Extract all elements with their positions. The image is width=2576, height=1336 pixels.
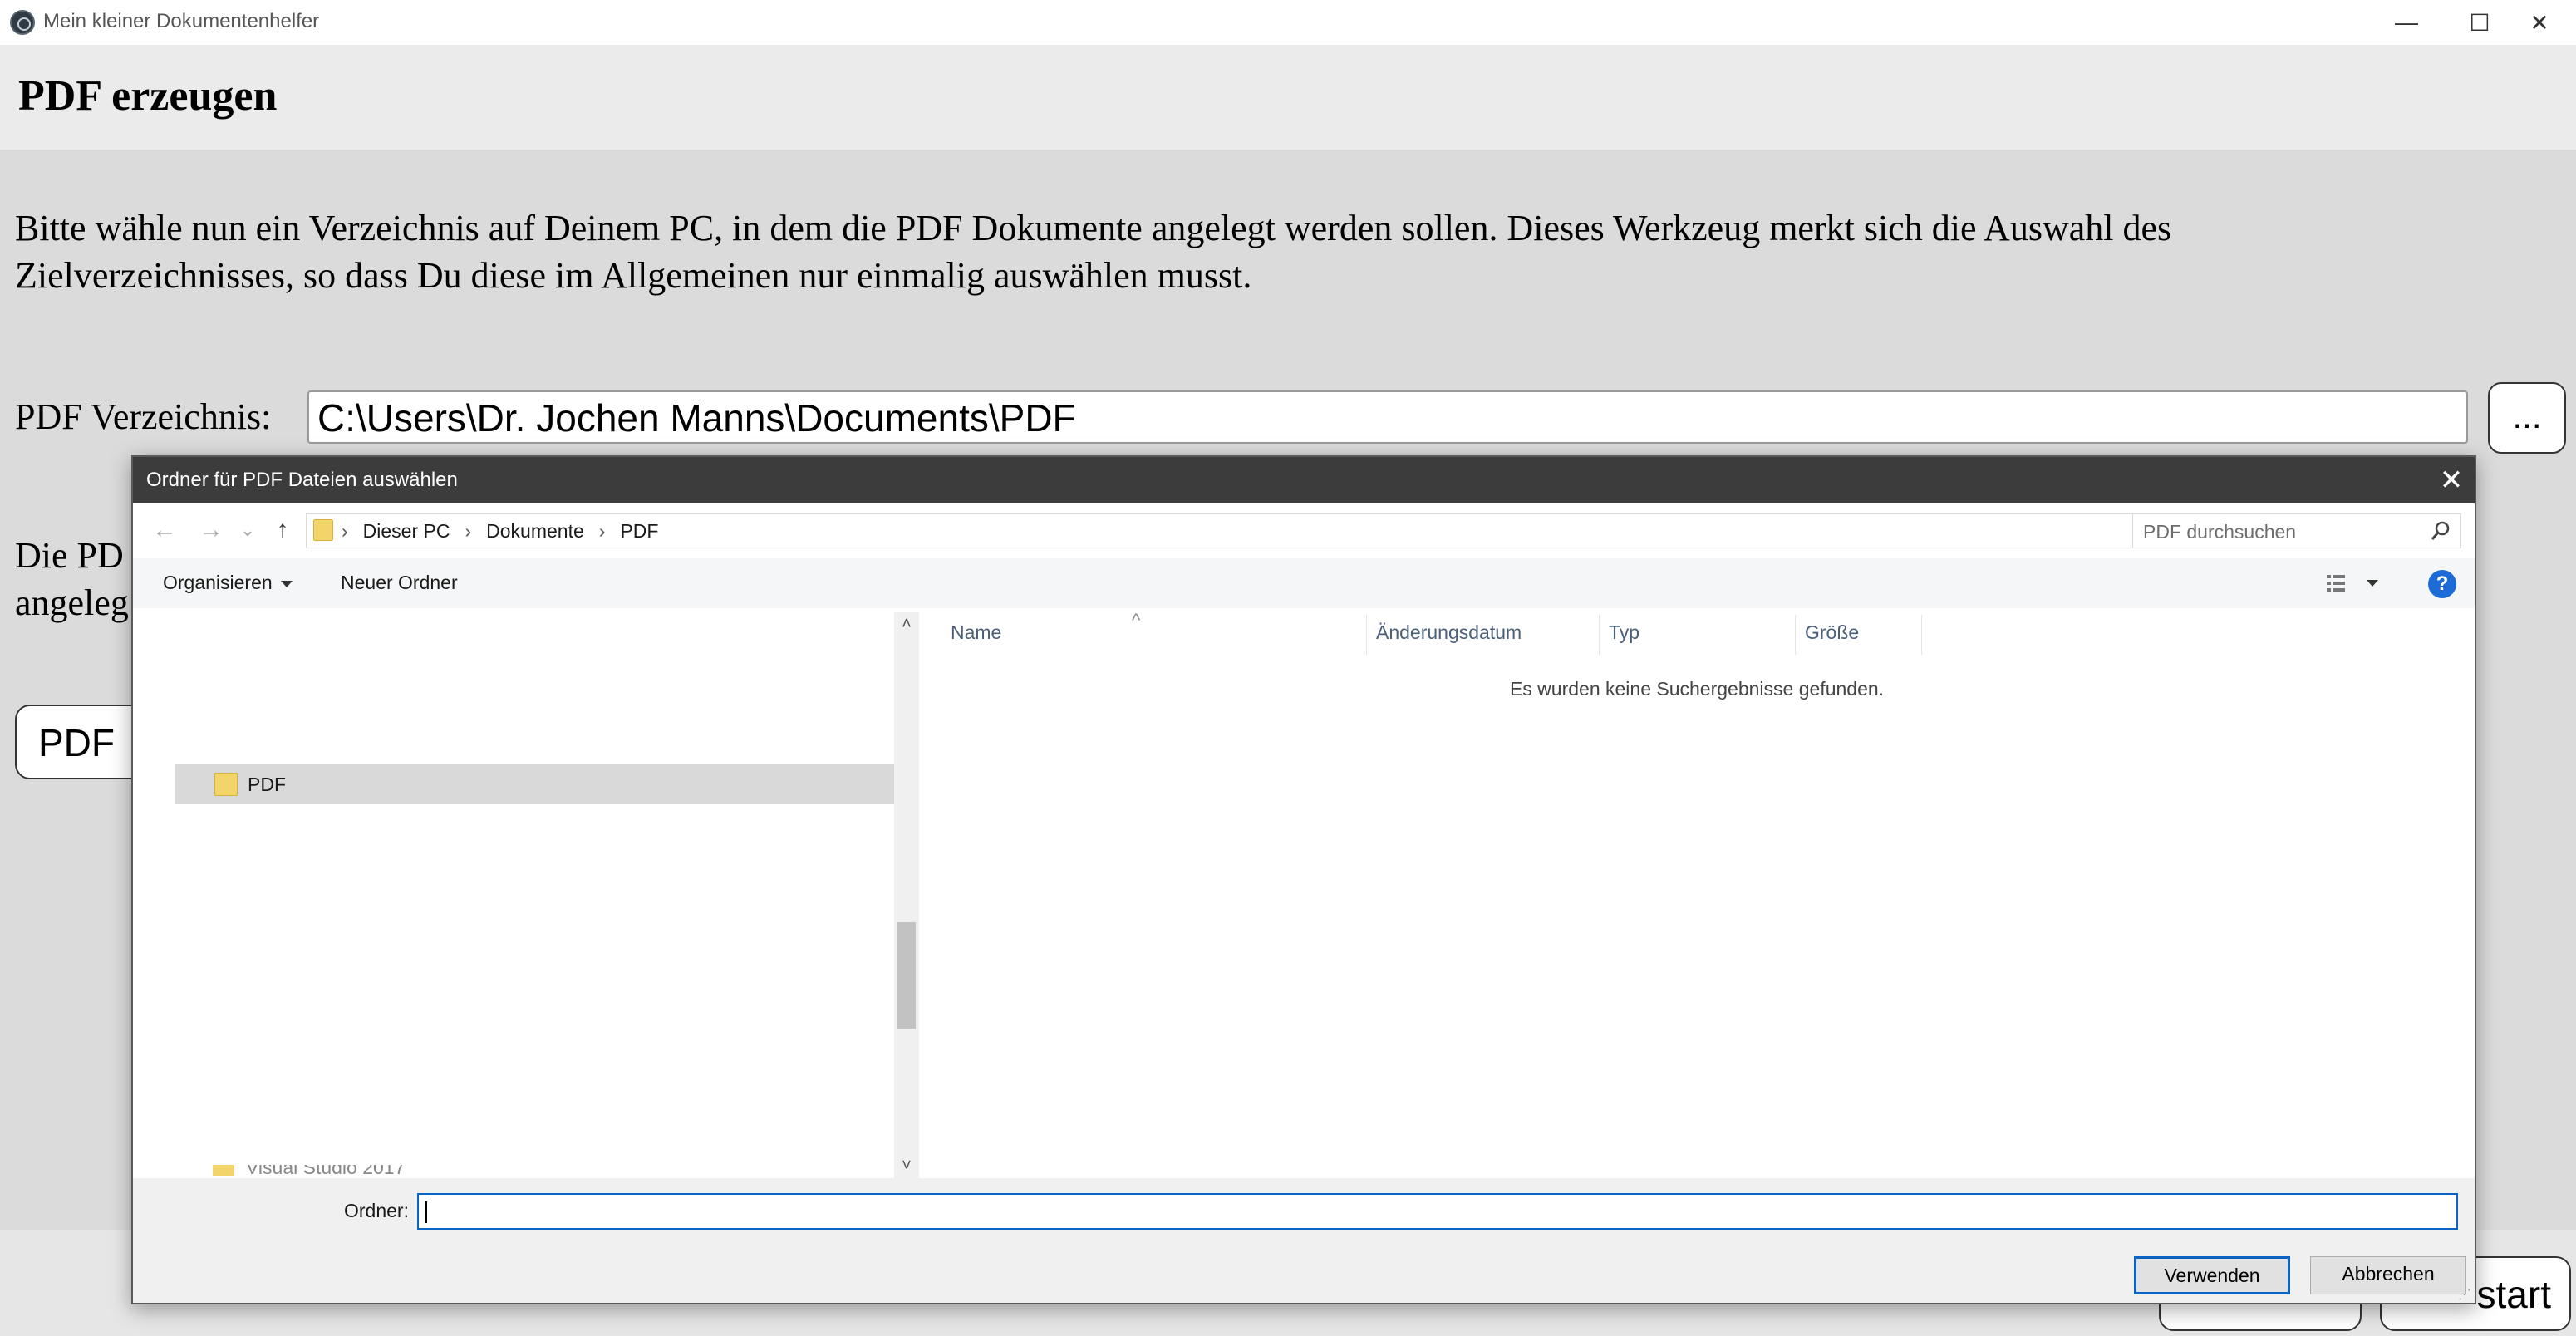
minimize-button[interactable]: — (2370, 3, 2443, 42)
column-divider[interactable] (1795, 615, 1796, 655)
folder-name-input[interactable] (417, 1193, 2458, 1230)
info-text: Die PD angeleg (15, 532, 140, 626)
breadcrumb-separator: › (342, 520, 348, 542)
empty-results-message: Es wurden keine Suchergebnisse gefunden. (1509, 678, 1885, 700)
search-icon[interactable] (2429, 519, 2452, 543)
column-header-date[interactable]: Änderungsdatum (1376, 621, 1522, 644)
file-list-pane: ^ Name Änderungsdatum Typ Größe Es wurde… (919, 610, 2475, 1178)
pdf-directory-label: PDF Verzeichnis: (15, 396, 272, 437)
scroll-up-icon[interactable]: ˄ (894, 612, 919, 636)
column-header-name[interactable]: Name (951, 621, 1001, 644)
address-bar[interactable]: › Dieser PC › Dokumente › PDF ⌄ ↻ (306, 513, 2247, 548)
page-header (0, 45, 2576, 150)
tree-item-pdf[interactable]: PDF (175, 764, 901, 804)
folder-icon (313, 519, 333, 541)
info-text-line-2: angeleg (15, 582, 129, 623)
close-window-button[interactable]: ✕ (2503, 3, 2576, 42)
dialog-titlebar: Ordner für PDF Dateien auswählen ✕ (133, 457, 2475, 503)
search-input[interactable]: PDF durchsuchen (2132, 513, 2461, 548)
column-header-size[interactable]: Größe (1805, 621, 1859, 644)
column-divider[interactable] (1921, 615, 1922, 655)
folder-label: Ordner: (344, 1200, 409, 1221)
breadcrumb-item-this-pc[interactable]: Dieser PC (363, 520, 450, 543)
resize-grip-icon[interactable]: ⋰ (2458, 1286, 2471, 1303)
breadcrumb: › Dieser PC › Dokumente › PDF (342, 520, 658, 543)
page-title: PDF erzeugen (18, 72, 278, 120)
dialog-title: Ordner für PDF Dateien auswählen (146, 469, 458, 491)
text-cursor (425, 1201, 427, 1223)
window-title: Mein kleiner Dokumentenhelfer (43, 10, 320, 32)
pdf-directory-field[interactable]: C:\Users\Dr. Jochen Manns\Documents\PDF (307, 390, 2468, 444)
breadcrumb-separator: › (598, 520, 606, 542)
browse-button[interactable]: ... (2488, 382, 2566, 454)
tree-item-partial[interactable]: Visual Studio 2017 (213, 1165, 412, 1178)
window-titlebar: Mein kleiner Dokumentenhelfer — ☐ ✕ (0, 0, 2576, 45)
info-text-line-1: Die PD (15, 535, 124, 576)
use-button[interactable]: Verwenden (2134, 1256, 2290, 1294)
tree-item-label: Visual Studio 2017 (246, 1165, 406, 1178)
recent-locations-icon[interactable]: ⌄ (236, 513, 259, 547)
tree-item-label: PDF (248, 774, 286, 795)
new-folder-button[interactable]: Neuer Ordner (341, 572, 458, 594)
dialog-toolbar: Organisieren Neuer Ordner ? (133, 558, 2475, 608)
forward-arrow-icon[interactable]: → (194, 513, 228, 547)
cancel-button[interactable]: Abbrechen (2310, 1256, 2466, 1294)
view-options-icon[interactable] (2325, 572, 2383, 595)
dialog-close-button[interactable]: ✕ (2428, 457, 2475, 503)
navigation-pane: PDF Visual Studio 2017 (133, 612, 904, 1178)
help-icon[interactable]: ? (2428, 570, 2456, 598)
up-arrow-icon[interactable]: ↑ (266, 513, 299, 547)
navigation-bar: ← → ⌄ ↑ › Dieser PC › Dokumente › PDF ⌄ … (133, 503, 2475, 558)
column-divider[interactable] (1366, 615, 1367, 655)
folder-icon (213, 1165, 234, 1176)
scroll-down-icon[interactable]: ˅ (894, 1153, 919, 1178)
app-icon (10, 10, 35, 35)
scrollbar-thumb[interactable] (897, 922, 916, 1029)
organize-button[interactable]: Organisieren (163, 572, 293, 594)
intro-text: Bitte wähle nun ein Verzeichnis auf Dein… (15, 208, 2172, 296)
breadcrumb-item-documents[interactable]: Dokumente (486, 520, 584, 543)
breadcrumb-separator: › (465, 520, 472, 542)
folder-icon (214, 773, 238, 796)
search-placeholder: PDF durchsuchen (2143, 521, 2297, 543)
folder-picker-dialog: Ordner für PDF Dateien auswählen ✕ ← → ⌄… (131, 455, 2476, 1304)
sort-ascending-icon: ^ (1132, 610, 1141, 631)
nav-pane-scrollbar[interactable]: ˄ ˅ (894, 612, 919, 1178)
dialog-footer: Ordner: Verwenden Abbrechen ⋰ (133, 1178, 2475, 1303)
column-divider[interactable] (1599, 615, 1600, 655)
back-arrow-icon[interactable]: ← (148, 513, 181, 547)
column-header-type[interactable]: Typ (1609, 621, 1639, 644)
breadcrumb-item-pdf[interactable]: PDF (620, 520, 658, 543)
